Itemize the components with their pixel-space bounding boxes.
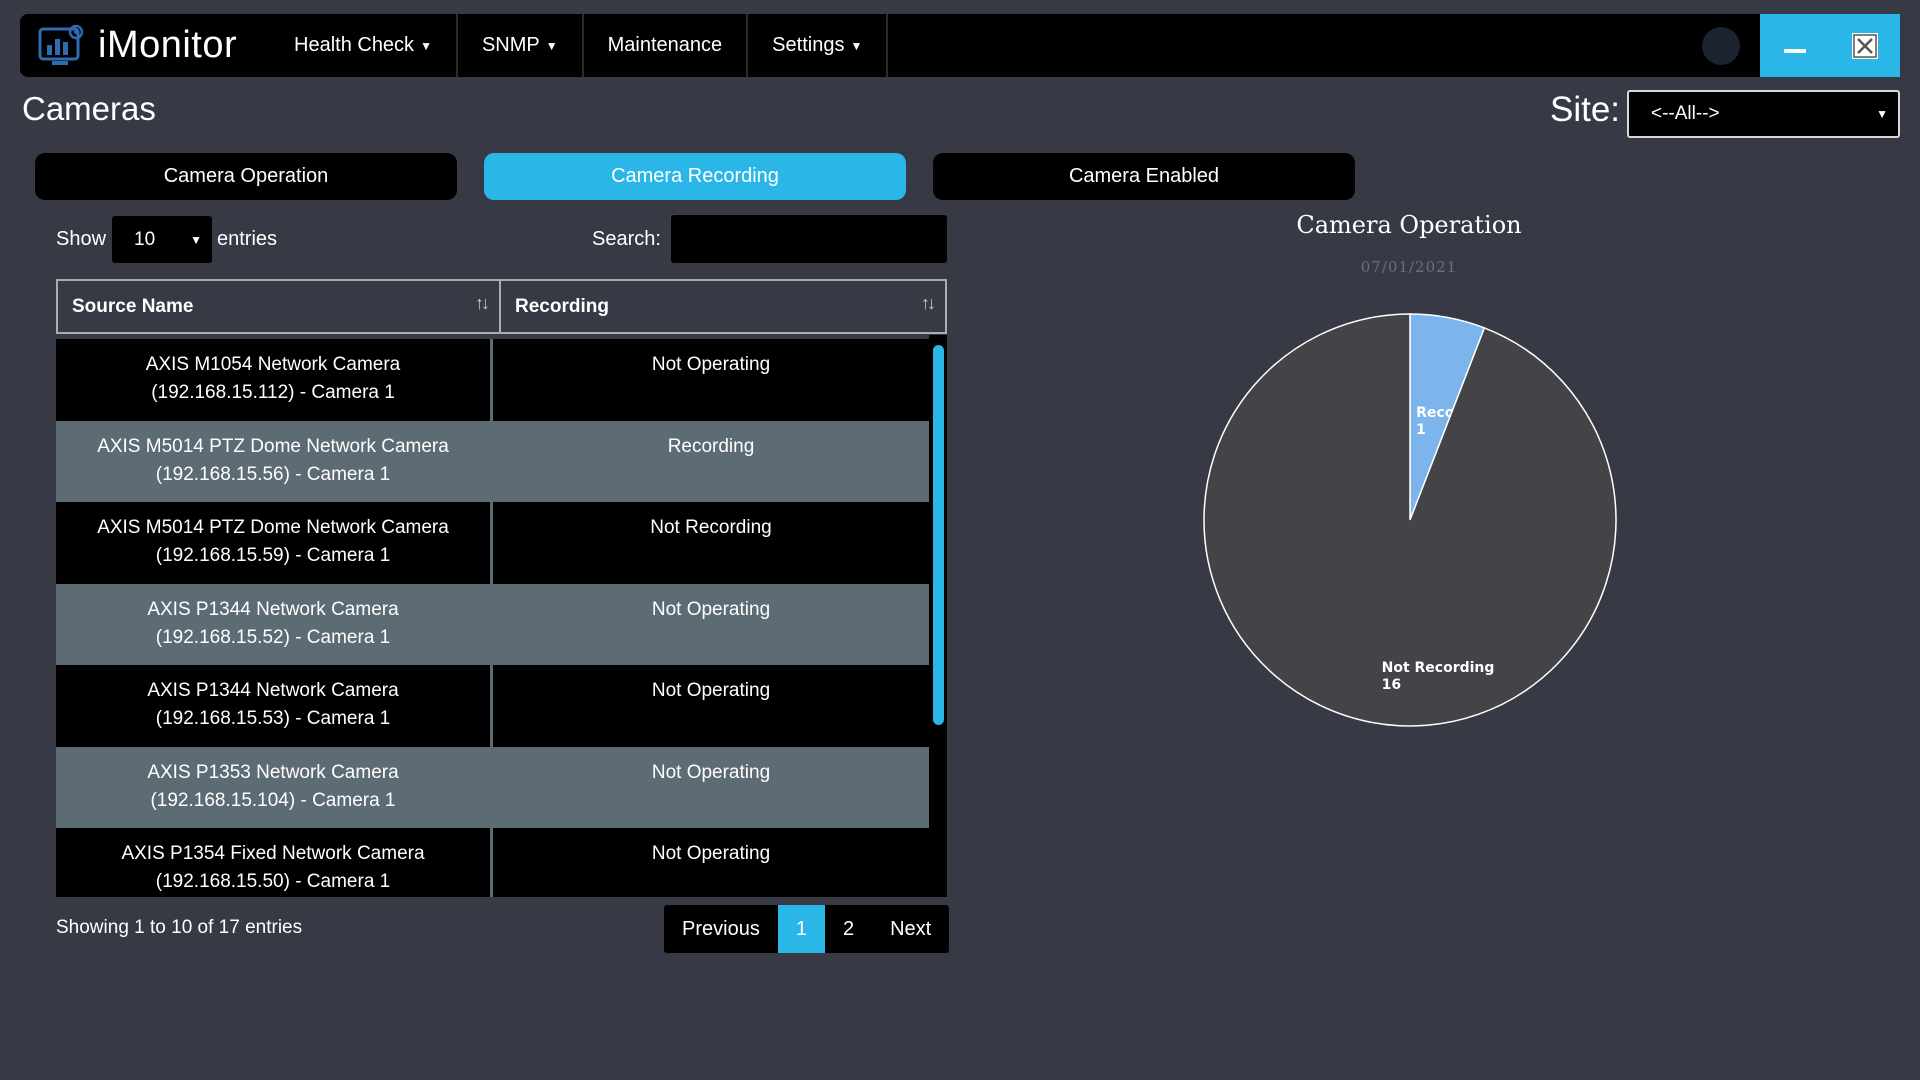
recording-status-cell: Not Recording <box>650 517 772 538</box>
source-name-line2: (192.168.15.52) - Camera 1 <box>155 626 391 648</box>
window-controls <box>1760 14 1900 77</box>
table-info: Showing 1 to 10 of 17 entries <box>56 917 303 938</box>
source-name-line1: AXIS P1344 Network Camera <box>147 680 399 701</box>
tab-camera-enabled[interactable]: Camera Enabled <box>933 153 1355 200</box>
chart-subtitle: 07/01/2021 <box>1360 258 1458 276</box>
minimize-button[interactable] <box>1760 14 1830 77</box>
caret-down-icon: ▼ <box>545 38 558 53</box>
source-name-line2: (192.168.15.56) - Camera 1 <box>155 463 391 485</box>
table-body: AXIS M1054 Network Camera (192.168.15.112… <box>56 339 929 897</box>
recording-status-cell: Not Operating <box>651 680 771 701</box>
menu-health-check[interactable]: Health Check ▼ <box>270 14 458 77</box>
source-name-line1: AXIS P1354 Fixed Network Camera <box>121 843 425 864</box>
page-1-button[interactable]: 1 <box>777 905 825 953</box>
tab-camera-operation[interactable]: Camera Operation <box>35 153 457 200</box>
table-row[interactable]: AXIS P1344 Network Camera (192.168.15.52)… <box>56 583 929 665</box>
table-scrollbar[interactable] <box>929 335 947 897</box>
cameras-table: Source Name ↑↓ Recording ↑↓ AXIS M1054 N… <box>56 279 947 897</box>
recording-status-cell: Not Operating <box>651 761 771 783</box>
source-name-line2: (192.168.15.104) - Camera 1 <box>150 789 396 811</box>
caret-down-icon: ▼ <box>420 38 432 53</box>
source-name-line1: AXIS M5014 PTZ Dome Network Camera <box>97 435 449 457</box>
source-name-line2: (192.168.15.50) - Camera 1 <box>155 871 391 892</box>
app-name: iMonitor <box>98 24 238 66</box>
recording-status-cell: Not Operating <box>651 598 771 620</box>
search-label: Search: <box>592 228 661 250</box>
table-row[interactable]: AXIS M1054 Network Camera (192.168.15.112… <box>56 339 929 421</box>
source-name-cell: AXIS P1354 Fixed Network Camera (192.168.… <box>56 828 493 897</box>
minimize-icon <box>1783 33 1807 58</box>
brand[interactable]: iMonitor <box>20 14 270 77</box>
source-name-cell: AXIS P1353 Network Camera (192.168.15.104… <box>56 746 493 828</box>
chevron-down-icon: ▼ <box>190 232 202 247</box>
show-label: Show <box>56 228 107 250</box>
pie-slice-value: 16 <box>1382 677 1401 693</box>
monitor-logo-icon <box>38 24 84 65</box>
menu-snmp[interactable]: SNMP ▼ <box>458 14 584 77</box>
source-name-line1: AXIS P1353 Network Camera <box>147 761 399 783</box>
entries-label: entries <box>217 228 278 250</box>
table-header: Source Name ↑↓ Recording ↑↓ <box>56 279 947 334</box>
caret-down-icon: ▼ <box>850 38 863 53</box>
source-name-line1: AXIS P1344 Network Camera <box>147 598 399 620</box>
source-name-line1: AXIS M1054 Network Camera <box>145 354 401 375</box>
source-name-line1: AXIS M5014 PTZ Dome Network Camera <box>97 517 449 538</box>
source-name-cell: AXIS P1344 Network Camera (192.168.15.53)… <box>56 665 493 747</box>
search-input[interactable] <box>671 215 947 263</box>
moon-icon <box>1716 37 1724 54</box>
source-name-cell: AXIS M5014 PTZ Dome Network Camera (192.1… <box>56 502 493 584</box>
column-header-label: Source Name <box>72 295 194 317</box>
tab-camera-recording[interactable]: Camera Recording <box>484 153 906 200</box>
recording-status-cell: Recording <box>667 435 755 457</box>
menu-label: Settings <box>772 34 845 56</box>
site-select[interactable]: <--All--> ▼ <box>1627 90 1900 138</box>
close-button[interactable] <box>1830 14 1900 77</box>
table-row[interactable]: AXIS P1344 Network Camera (192.168.15.53)… <box>56 665 929 747</box>
sort-icon: ↑↓ <box>921 293 936 313</box>
pagination: Previous 1 2 Next <box>664 905 950 953</box>
table-row[interactable]: AXIS P1354 Fixed Network Camera (192.168.… <box>56 828 929 897</box>
source-name-line2: (192.168.15.53) - Camera 1 <box>155 708 391 729</box>
pie-slice-label: Not Recording <box>1382 660 1495 676</box>
pie-chart: Recording1Not Recording16 <box>1203 313 1617 727</box>
source-name-cell: AXIS P1344 Network Camera (192.168.15.52)… <box>56 583 493 665</box>
page-length-value: 10 <box>134 228 156 250</box>
chart-title: Camera Operation <box>1296 211 1522 239</box>
menu-label: Health Check <box>294 34 415 56</box>
source-name-cell: AXIS M5014 PTZ Dome Network Camera (192.1… <box>56 420 493 502</box>
column-header-label: Recording <box>515 295 609 317</box>
table-row[interactable]: AXIS M5014 PTZ Dome Network Camera (192.1… <box>56 502 929 584</box>
column-header-recording[interactable]: Recording ↑↓ <box>501 281 945 332</box>
site-select-value: <--All--> <box>1651 103 1720 124</box>
recording-status-cell: Not Operating <box>651 843 771 864</box>
menu-settings[interactable]: Settings ▼ <box>748 14 889 77</box>
close-icon <box>1852 32 1878 59</box>
source-name-cell: AXIS M1054 Network Camera (192.168.15.112… <box>56 339 493 421</box>
next-page-button[interactable]: Next <box>872 905 949 953</box>
page-length-select[interactable]: 10 ▼ <box>112 216 212 263</box>
table-row[interactable]: AXIS P1353 Network Camera (192.168.15.104… <box>56 746 929 828</box>
pie-slice-value: 1 <box>1416 422 1426 438</box>
theme-toggle-button[interactable] <box>1702 26 1740 65</box>
top-navbar: iMonitor Health Check ▼ SNMP ▼ Maintenance… <box>20 14 1900 77</box>
sort-icon: ↑↓ <box>475 293 490 313</box>
site-label: Site: <box>1550 90 1621 129</box>
column-header-source-name[interactable]: Source Name ↑↓ <box>58 281 501 332</box>
page-2-button[interactable]: 2 <box>825 905 872 953</box>
previous-page-button[interactable]: Previous <box>664 905 778 953</box>
menu-label: SNMP <box>481 34 540 56</box>
table-row[interactable]: AXIS M5014 PTZ Dome Network Camera (192.1… <box>56 420 929 502</box>
menu-maintenance[interactable]: Maintenance <box>584 14 749 77</box>
recording-status-cell: Not Operating <box>651 354 771 375</box>
chevron-down-icon: ▼ <box>1876 107 1888 121</box>
source-name-line2: (192.168.15.112) - Camera 1 <box>151 382 395 403</box>
menu-label: Maintenance <box>607 34 723 56</box>
source-name-line2: (192.168.15.59) - Camera 1 <box>155 545 391 566</box>
page-title: Cameras <box>22 90 156 127</box>
scrollbar-thumb[interactable] <box>933 345 944 725</box>
